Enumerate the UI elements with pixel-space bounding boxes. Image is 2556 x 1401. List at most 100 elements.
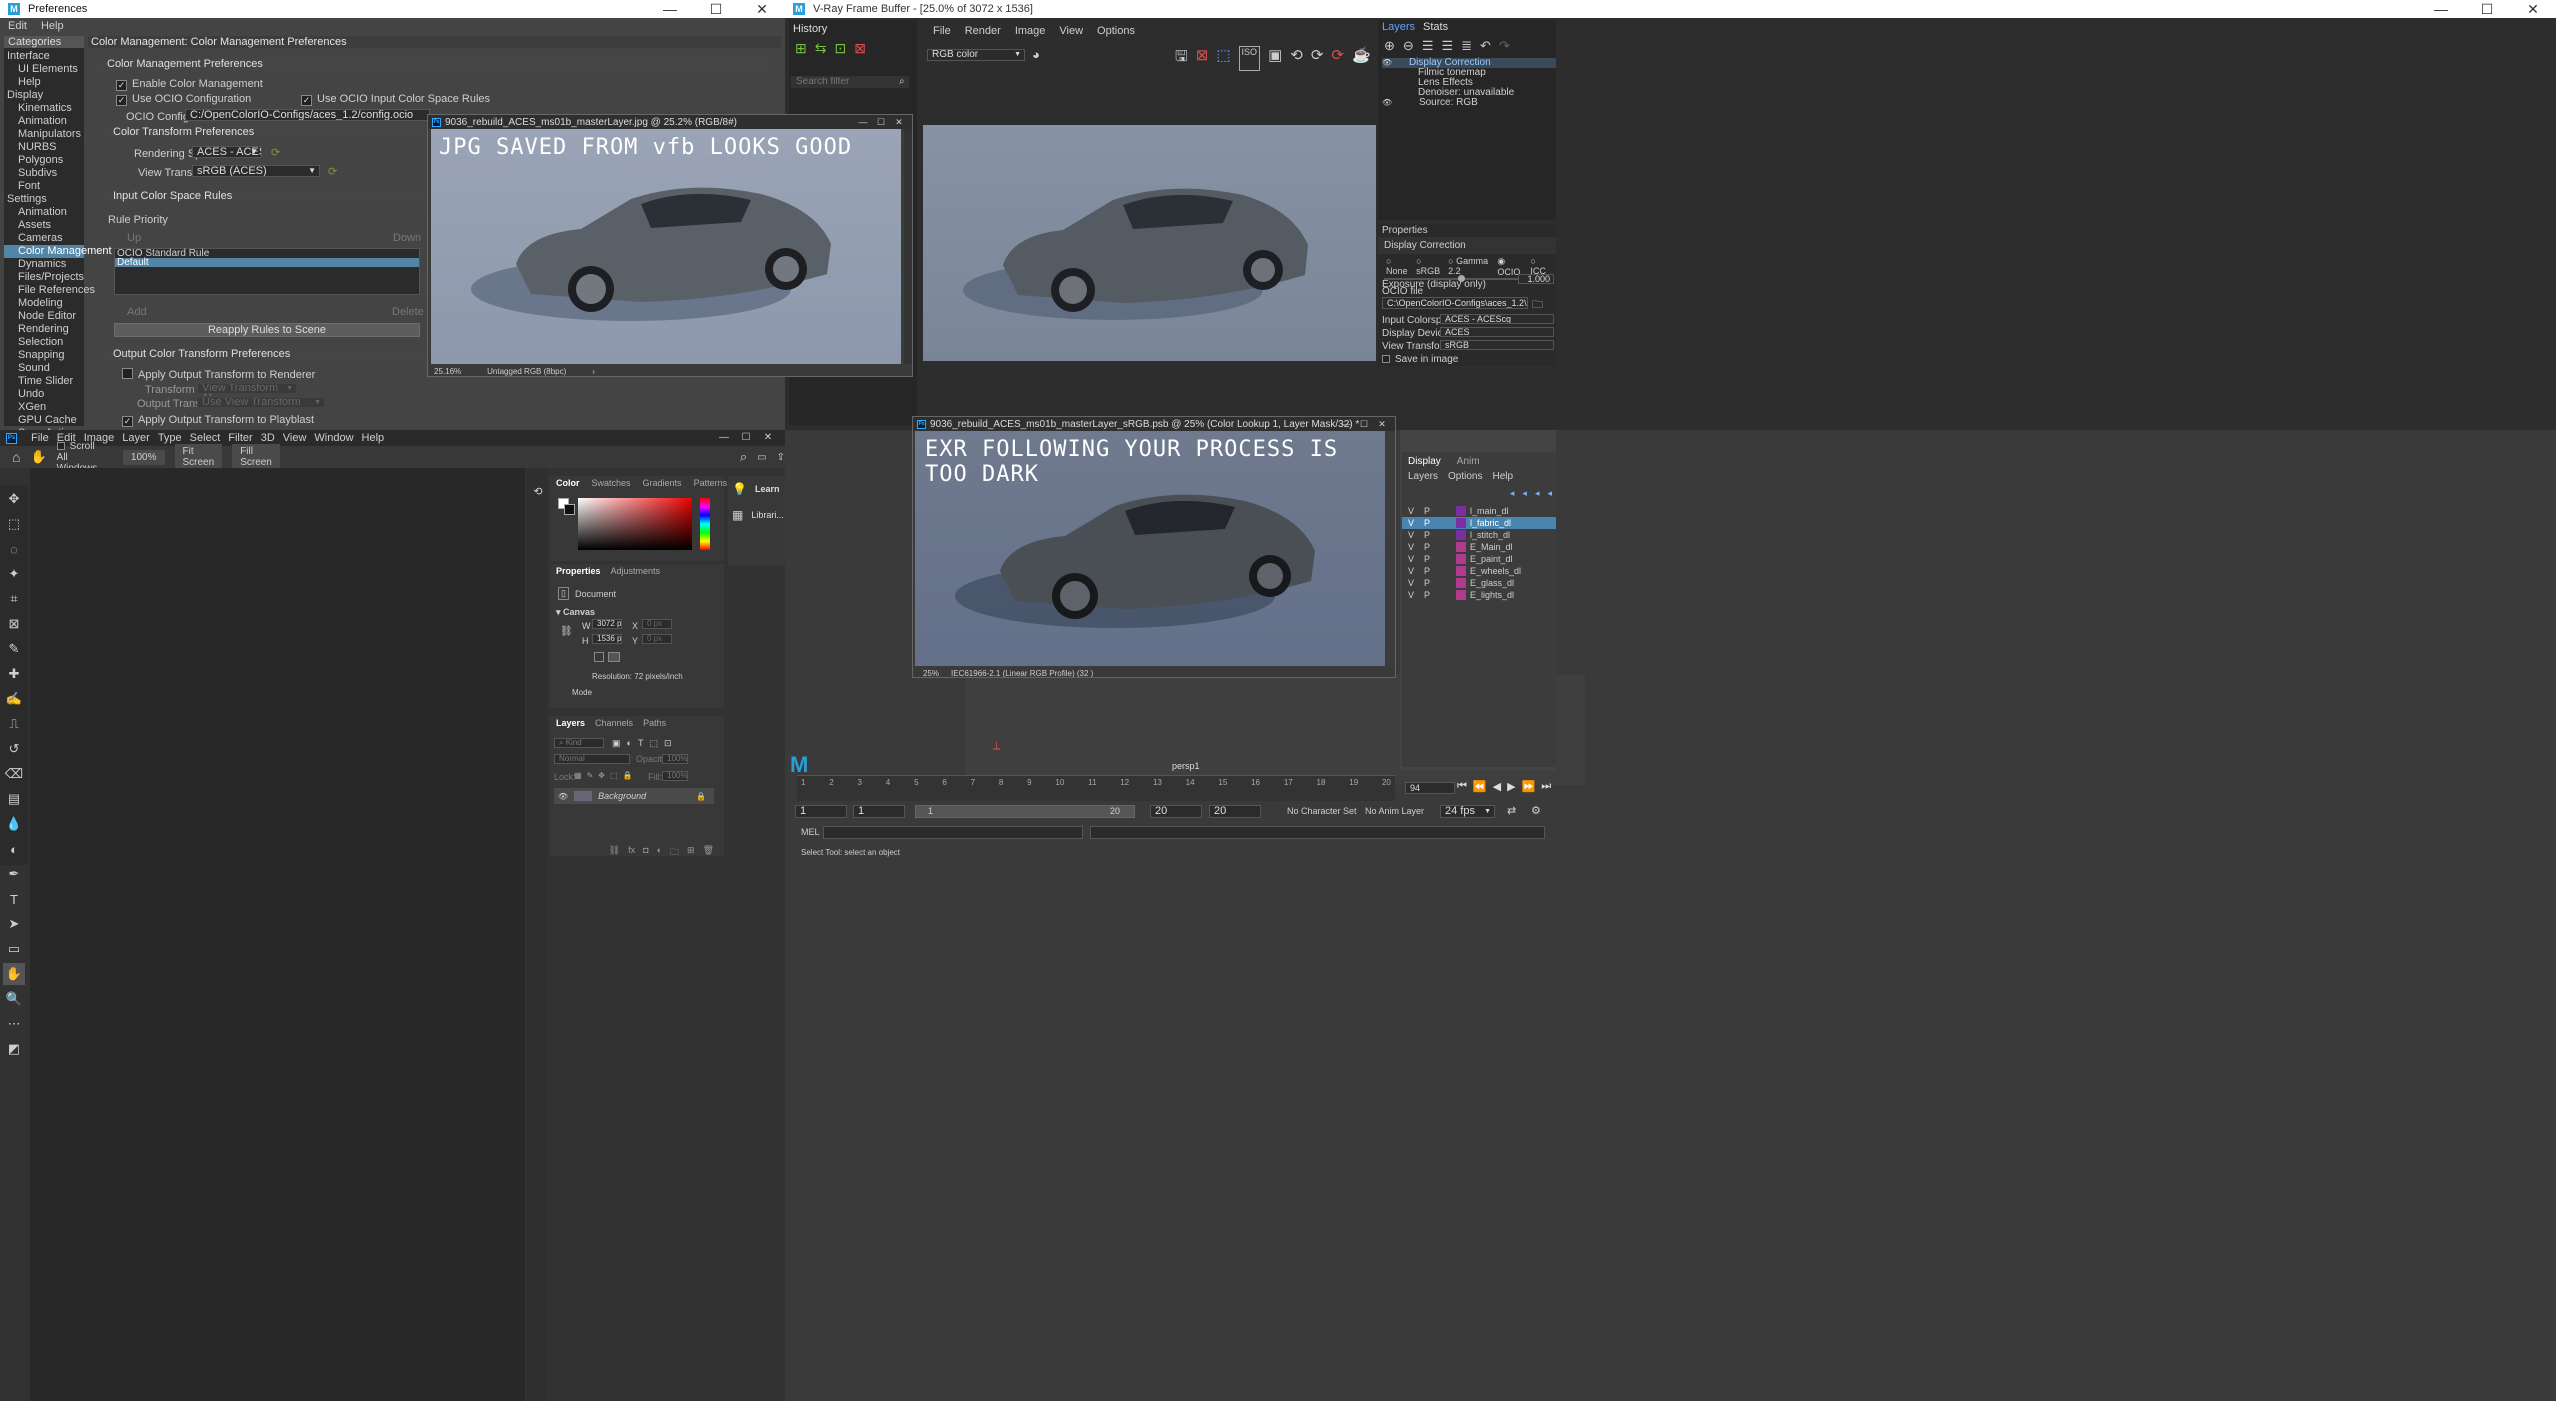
save-history-icon[interactable]: ⊞ [795,40,807,58]
stamp-tool-icon[interactable]: ⎍ [3,713,25,735]
display-dev-select[interactable]: ACES [1440,327,1554,337]
menu-item[interactable]: Select [190,432,221,444]
category-item[interactable]: Undo [4,388,84,401]
ipr-icon[interactable]: ⟳ [1311,46,1324,71]
visibility-toggle[interactable]: V [1408,554,1420,564]
play-icon[interactable]: ▶ [1507,780,1515,793]
layer-color-swatch[interactable] [1456,566,1466,576]
ab-compare-icon[interactable]: ⇆ [815,40,827,58]
y-field[interactable]: 0 px [642,634,672,644]
fit-screen-button[interactable]: Fit Screen [174,444,223,470]
layer-color-swatch[interactable] [1456,578,1466,588]
close-icon[interactable]: ✕ [757,430,779,444]
transform-type-select[interactable]: View Transform ▼ [197,383,297,394]
save-icon[interactable]: 🖫 [1175,46,1188,71]
trash-icon[interactable]: 🗑 [703,845,714,857]
use-ocio-checkbox[interactable]: ✓ Use OCIO Configuration [116,93,251,106]
image-filter-icon[interactable]: ▣ [612,738,621,749]
category-item[interactable]: Selection [4,336,84,349]
width-field[interactable]: 3072 px [592,619,622,629]
visibility-toggle[interactable]: V [1408,590,1420,600]
magic-wand-icon[interactable]: ✦ [3,563,25,585]
vfb-titlebar[interactable]: M V-Ray Frame Buffer - [25.0% of 3072 x … [785,0,2556,18]
render-layer-row[interactable]: V Pl_fabric_dl [1402,517,1556,529]
visibility-toggle[interactable]: V [1408,566,1420,576]
workspace-icon[interactable]: ▭ [757,452,766,463]
zoom-100-button[interactable]: 100% [122,449,165,465]
close-icon[interactable]: ✕ [1373,417,1391,431]
time-slider[interactable]: 1 2 3 4 5 6 7 8 9 10 11 12 13 14 15 16 17 18 19 20 [797,775,1395,801]
menu-item[interactable]: File [31,432,49,444]
maximize-icon[interactable]: ☐ [1355,417,1373,431]
visibility-toggle[interactable]: V [1408,542,1420,552]
up-button[interactable]: Up [127,232,141,244]
exposure-slider[interactable] [1384,275,1520,282]
save-in-image-checkbox[interactable]: Save in image [1382,354,1458,365]
category-item[interactable]: Animation [4,206,84,219]
menu-help[interactable]: Help [1492,471,1513,482]
category-item[interactable]: Snapping [4,349,84,362]
range-slider[interactable]: 1 20 [915,805,1135,818]
category-item[interactable]: Animation [4,115,84,128]
minimize-icon[interactable]: — [647,0,693,18]
more-tools-icon[interactable]: ⋯ [3,1013,25,1035]
view-tr-select[interactable]: sRGB [1440,340,1554,350]
delete-button[interactable]: Delete [392,306,424,318]
playback-toggle[interactable]: P [1424,554,1436,564]
step-back-icon[interactable]: ◀ [1493,780,1501,793]
tab-properties[interactable]: Properties [556,566,601,576]
marquee-tool-icon[interactable]: ⬚ [3,513,25,535]
no-anim-layer[interactable]: No Anim Layer [1365,806,1424,816]
menu-render[interactable]: Render [965,25,1001,37]
use-ocio-input-checkbox[interactable]: ✓ Use OCIO Input Color Space Rules [301,93,490,106]
menu-options[interactable]: Options [1097,25,1135,37]
category-item[interactable]: File References [4,284,95,297]
playback-toggle[interactable]: P [1424,590,1436,600]
healing-icon[interactable]: ✚ [3,663,25,685]
new-selected-icon[interactable]: ◂ [1547,488,1552,499]
menu-layers[interactable]: Layers [1408,471,1438,482]
lock-move-icon[interactable]: ✥ [598,771,605,780]
folder-icon[interactable]: 🗀 [1532,296,1543,315]
type-tool-icon[interactable]: T [3,888,25,910]
close-icon[interactable]: ✕ [890,115,908,129]
teapot-icon[interactable]: ☕ [1352,46,1371,71]
minimize-icon[interactable]: — [854,115,872,129]
history-search[interactable]: Search filter [791,76,909,88]
category-item[interactable]: Help [4,76,84,89]
category-item[interactable]: Dynamics [4,258,84,271]
adjust-filter-icon[interactable]: ◐ [627,738,632,749]
category-item[interactable]: Interface [4,50,84,63]
hand-tool-icon[interactable]: ✋ [3,963,25,985]
mel-label[interactable]: MEL [801,827,820,837]
playback-toggle[interactable]: P [1424,530,1436,540]
adjustment-icon[interactable]: ◐ [657,845,662,857]
tab-layers[interactable]: Layers [556,718,585,728]
tab-paths[interactable]: Paths [643,718,666,728]
refresh-icon[interactable]: ⟳ [328,165,337,178]
render-layer-row[interactable]: V P E_paint_dl [1402,553,1556,565]
layer-color-swatch[interactable] [1456,554,1466,564]
lock-artboard-icon[interactable]: ⬚ [610,771,618,780]
fx-icon[interactable]: fx [628,845,635,857]
input-cs-select[interactable]: ACES - ACEScg [1440,314,1554,324]
maximize-icon[interactable]: ☐ [693,0,739,18]
apply-renderer-checkbox[interactable]: Apply Output Transform to Renderer [122,368,315,381]
cm-prefs-header[interactable]: Color Management Preferences [97,58,772,71]
menu-file[interactable]: File [933,25,951,37]
shape-tool-icon[interactable]: ▭ [3,938,25,960]
layer-color-swatch[interactable] [1456,506,1466,516]
category-item[interactable]: Modeling [4,297,84,310]
category-item[interactable]: Cameras [4,232,84,245]
blur-icon[interactable]: 💧 [3,813,25,835]
close-icon[interactable]: ✕ [2510,0,2556,18]
step-back-key-icon[interactable]: ⏪ [1473,780,1487,793]
x-field[interactable]: 0 px [642,619,672,629]
end-field[interactable]: 20 [1150,805,1202,818]
eyedropper-icon[interactable]: ✎ [3,638,25,660]
category-item[interactable]: Manipulators [4,128,84,141]
folder-icon[interactable]: 🗀 [670,845,679,857]
render-layer-row[interactable]: V Pl_stitch_dl [1402,529,1556,541]
category-item[interactable]: NURBS [4,141,84,154]
zoom-tool-icon[interactable]: 🔍 [3,988,25,1010]
